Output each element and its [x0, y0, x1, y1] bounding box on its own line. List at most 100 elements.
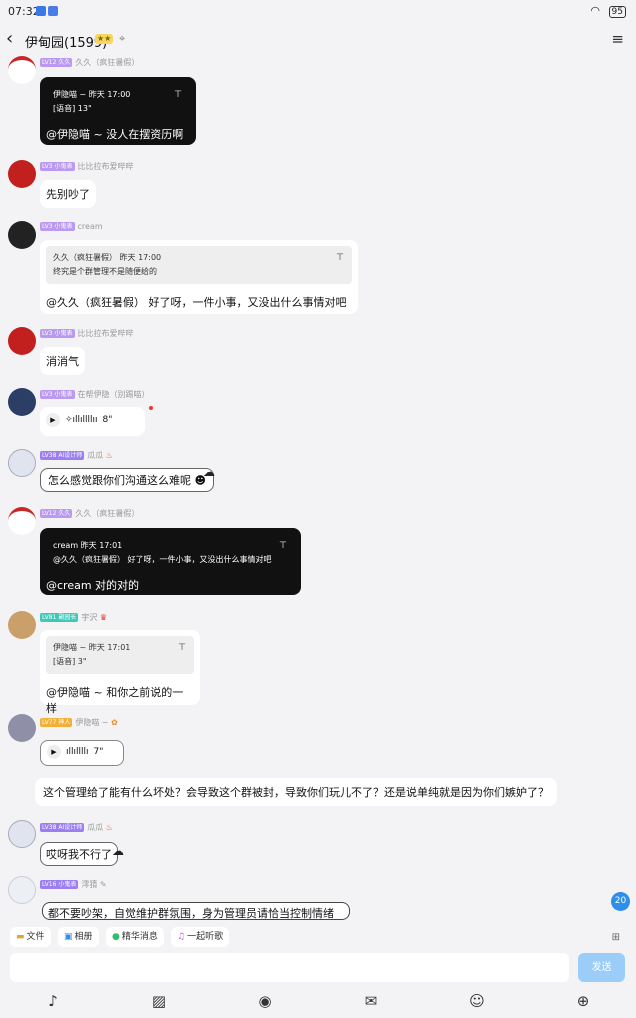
sender-name[interactable]: 伊隐喵 ~: [75, 718, 108, 727]
message-bubble[interactable]: 久久（疯狂暑假） 昨天 17:00 终究是个群管理不是随便给的 ⊤ @久久（疯狂…: [40, 240, 358, 314]
level-badge: LV12 久久: [40, 509, 73, 518]
message-bubble[interactable]: 伊隐喵 ~ 昨天 17:00 [语音] 13" ⊤ @伊隐喵 ~ 没人在摆资历啊: [40, 77, 196, 145]
role-icon: ✿: [111, 718, 118, 727]
avatar[interactable]: [8, 449, 36, 477]
jump-icon[interactable]: ⊤: [279, 539, 287, 553]
avatar[interactable]: [8, 820, 36, 848]
message-input[interactable]: [10, 953, 569, 982]
message-bubble[interactable]: 哎呀我不行了: [40, 842, 118, 866]
sender-name[interactable]: 在帮伊隐（别踢喵）: [78, 390, 150, 399]
avatar[interactable]: [8, 221, 36, 249]
sender-meta: LV3 小鬼表 cream: [40, 222, 103, 231]
chat-header: ‹ 伊甸园(1599) ★★ ⌖ ≡: [0, 24, 636, 56]
avatar[interactable]: [8, 327, 36, 355]
file-shortcut[interactable]: ▬ 文件: [10, 927, 51, 947]
quote-header: cream 昨天 17:01: [53, 541, 123, 550]
voice-duration: 7": [93, 747, 104, 757]
highlights-shortcut[interactable]: ● 精华消息: [106, 927, 164, 947]
sender-name[interactable]: 比比拉布爱哔哔: [78, 162, 134, 171]
message-bubble[interactable]: 这个管理给了能有什么坏处？会导致这个群被封，导致你们玩儿不了？还是说单纯就是因为…: [35, 778, 557, 806]
sender-name[interactable]: 宇沢: [81, 613, 97, 622]
listen-together-shortcut[interactable]: ♫ 一起听歌: [171, 927, 230, 947]
avatar[interactable]: [8, 56, 36, 84]
ghost-decoration-icon: ☁: [203, 465, 215, 479]
jump-icon[interactable]: ⊤: [178, 641, 186, 655]
grid-icon[interactable]: ⊞: [612, 932, 620, 943]
message-bubble[interactable]: 伊隐喵 ~ 昨天 17:01 [语音] 3" ⊤ @伊隐喵 ~ 和你之前说的一样: [40, 630, 200, 715]
image-icon[interactable]: ▨: [149, 992, 169, 1010]
role-icon: ♛: [99, 613, 108, 622]
level-badge: LV77 神人: [40, 718, 73, 727]
music-icon: ♫: [177, 932, 186, 942]
reply-text: @久久（疯狂暑假） 好了呀，一件小事，又没出什么事情对吧: [46, 296, 347, 309]
reply-text: @伊隐喵 ~ 没人在摆资历啊: [46, 128, 184, 141]
sender-name[interactable]: 久久（疯狂暑假）: [75, 509, 139, 518]
back-button[interactable]: ‹: [6, 28, 13, 49]
send-button[interactable]: 发送: [578, 953, 625, 982]
sender-name[interactable]: 瓜瓜: [87, 451, 103, 460]
message-bubble[interactable]: 消消气: [40, 347, 85, 375]
unread-count-badge[interactable]: 20: [611, 892, 630, 911]
play-icon[interactable]: ▶: [46, 413, 60, 427]
level-badge: LV3 小鬼表: [40, 390, 75, 399]
sender-name[interactable]: 久久（疯狂暑假）: [75, 58, 139, 67]
red-packet-icon[interactable]: ✉: [361, 992, 381, 1010]
reply-text: @cream 对的对的: [46, 579, 140, 592]
folder-icon: ▬: [16, 932, 25, 942]
avatar[interactable]: [8, 611, 36, 639]
sender-name[interactable]: cream: [78, 222, 103, 231]
sender-meta: LV16 小鬼表 澪猜 ✎: [40, 879, 107, 890]
avatar[interactable]: [8, 160, 36, 188]
level-badge: LV3 小鬼表: [40, 162, 75, 171]
sender-meta: LV81 副园长 宇沢 ♛: [40, 612, 107, 623]
jump-icon[interactable]: ⊤: [336, 251, 344, 265]
sender-meta: LV77 神人 伊隐喵 ~ ✿: [40, 717, 118, 728]
album-shortcut[interactable]: ▣ 相册: [58, 927, 99, 947]
input-area: ▬ 文件 ▣ 相册 ● 精华消息 ♫ 一起听歌 ⊞ 发送 ♪ ▨ ◉ ✉ ☺ ⊕: [0, 920, 636, 1018]
camera-icon[interactable]: ◉: [255, 992, 275, 1010]
quote-header: 伊隐喵 ~ 昨天 17:00: [53, 90, 131, 99]
jump-icon[interactable]: ⊤: [174, 88, 182, 102]
avatar[interactable]: [8, 507, 36, 535]
quoted-message[interactable]: cream 昨天 17:01 @久久（疯狂暑假） 好了呀，一件小事，又没出什么事…: [46, 534, 295, 572]
voice-message[interactable]: ▶ ✧ıllıllllıı 8": [40, 407, 145, 436]
sender-meta: LV3 小鬼表 比比拉布爱哔哔: [40, 328, 134, 339]
quote-body: @久久（疯狂暑假） 好了呀，一件小事，又没出什么事情对吧: [53, 555, 272, 564]
unread-dot: [149, 406, 153, 410]
avatar[interactable]: [8, 714, 36, 742]
mic-icon[interactable]: ♪: [43, 992, 63, 1010]
waveform-icon: ✧ıllıllllıı: [65, 415, 98, 425]
voice-duration: 8": [102, 415, 113, 425]
group-badge-icon: ★★: [95, 34, 114, 44]
sender-name[interactable]: 比比拉布爱哔哔: [78, 329, 134, 338]
voice-message[interactable]: ▶ ıllıllllı 7": [40, 740, 124, 766]
sender-meta: LV38 AI设计师 瓜瓜 ♨: [40, 822, 113, 833]
avatar[interactable]: [8, 876, 36, 904]
quoted-message[interactable]: 伊隐喵 ~ 昨天 17:01 [语音] 3" ⊤: [46, 636, 194, 674]
plus-icon[interactable]: ⊕: [573, 992, 593, 1010]
sender-meta: LV12 久久 久久（疯狂暑假）: [40, 508, 139, 519]
photo-icon: ▣: [64, 932, 73, 942]
quoted-message[interactable]: 久久（疯狂暑假） 昨天 17:00 终究是个群管理不是随便给的 ⊤: [46, 246, 352, 284]
emoji-icon[interactable]: ☺: [467, 992, 487, 1010]
role-icon: ✎: [99, 880, 107, 889]
status-bar: 07:32 ◠ 95: [0, 0, 636, 24]
notification-icon: [36, 6, 46, 16]
fire-icon: ♨: [105, 451, 113, 460]
message-bubble[interactable]: 先别吵了: [40, 180, 96, 208]
level-badge: LV38 AI设计师: [40, 451, 85, 460]
level-badge: LV81 副园长: [40, 613, 79, 622]
message-bubble[interactable]: 都不要吵架，自觉维护群氛围，身为管理员请恰当控制情绪: [42, 902, 350, 920]
message-bubble[interactable]: cream 昨天 17:01 @久久（疯狂暑假） 好了呀，一件小事，又没出什么事…: [40, 528, 301, 595]
avatar[interactable]: [8, 388, 36, 416]
app-icon: [48, 6, 58, 16]
quote-body: [语音] 13": [53, 104, 92, 113]
level-badge: LV3 小鬼表: [40, 329, 75, 338]
quoted-message[interactable]: 伊隐喵 ~ 昨天 17:00 [语音] 13" ⊤: [46, 83, 190, 121]
sender-name[interactable]: 澪猜: [81, 880, 97, 889]
level-badge: LV16 小鬼表: [40, 880, 79, 889]
message-bubble[interactable]: 怎么感觉跟你们沟通这么难呢 ☻: [40, 468, 214, 492]
sender-name[interactable]: 瓜瓜: [87, 823, 103, 832]
play-icon[interactable]: ▶: [47, 745, 61, 759]
menu-button[interactable]: ≡: [611, 30, 624, 48]
